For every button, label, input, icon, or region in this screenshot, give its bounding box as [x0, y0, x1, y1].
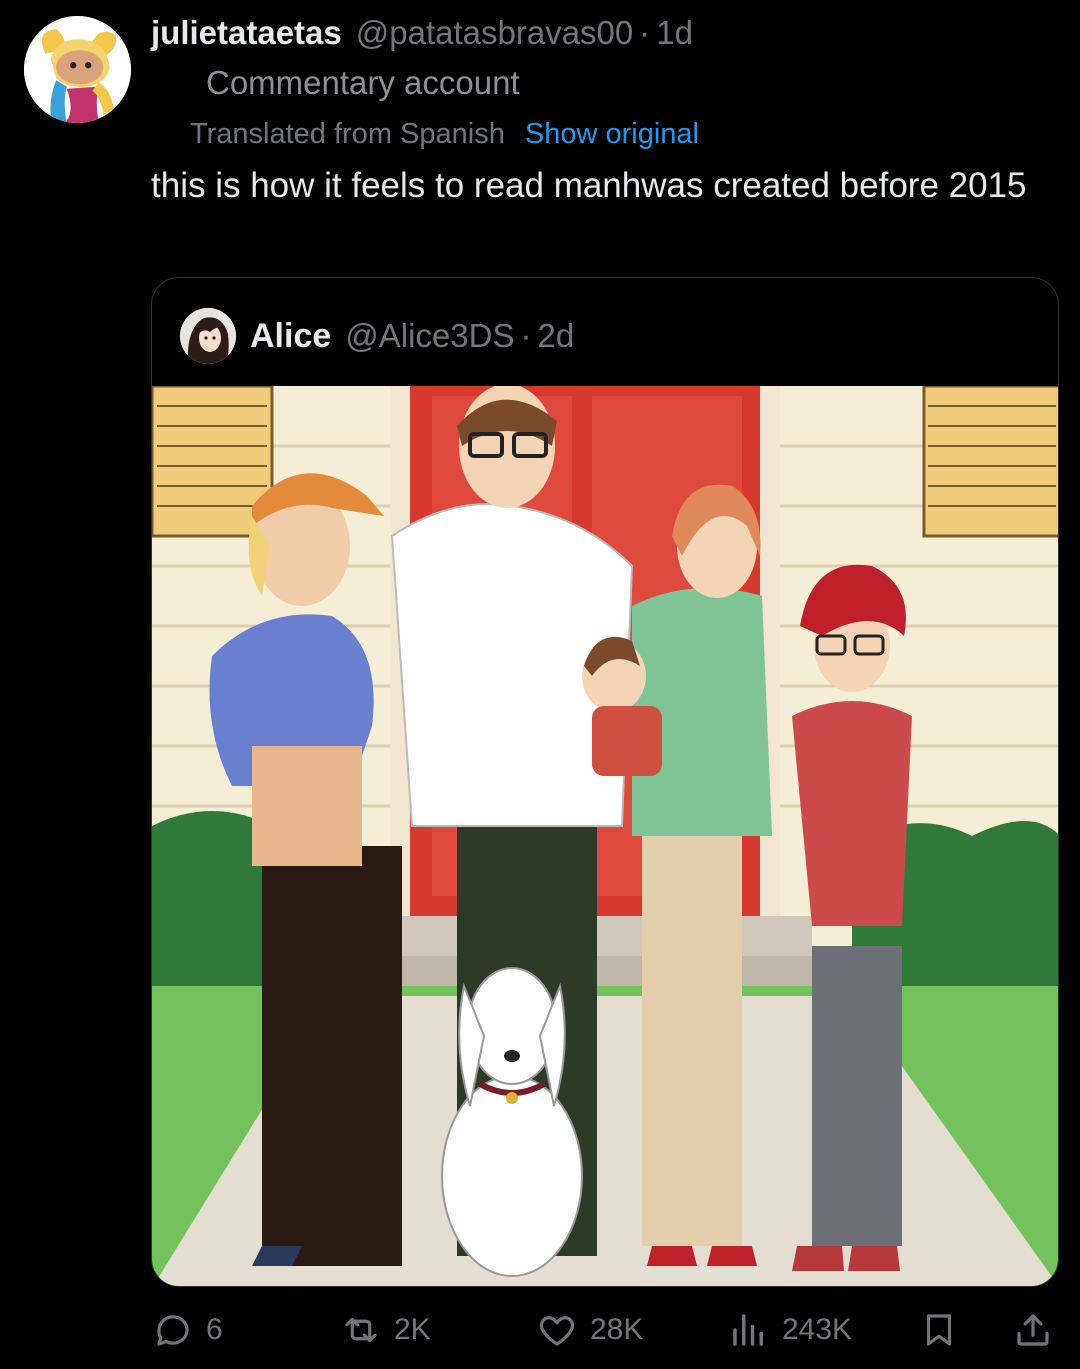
quoted-post-card[interactable]: Alice @Alice3DS · 2d: [151, 277, 1059, 1287]
reply-icon: [157, 1315, 189, 1346]
translation-row: Translated from Spanish Show original: [190, 116, 699, 152]
post-header: julietataetas @patatasbravas00 · 1d: [151, 12, 693, 54]
quoted-post-header: Alice @Alice3DS · 2d: [180, 308, 574, 364]
illustrated-portrait-avatar-icon: [180, 308, 236, 364]
views-bar-chart-icon: [733, 1314, 763, 1346]
heart-icon: [539, 1316, 575, 1346]
cartoon-mouse-avatar-icon: [24, 16, 131, 123]
quoted-post-timestamp[interactable]: 2d: [538, 317, 575, 355]
post-action-bar: 6 2K 28K 243K: [0, 1300, 1080, 1360]
author-avatar[interactable]: [24, 16, 131, 123]
reply-count: 6: [206, 1313, 223, 1346]
post-text: this is how it feels to read manhwas cre…: [151, 166, 1027, 205]
quoted-post-image[interactable]: [152, 386, 1058, 1286]
author-display-name[interactable]: julietataetas: [151, 14, 342, 52]
account-label: Commentary account: [206, 64, 520, 101]
reply-button[interactable]: 6: [152, 1300, 223, 1360]
repost-button[interactable]: 2K: [340, 1300, 431, 1360]
author-handle[interactable]: @patatasbravas00: [356, 14, 634, 52]
show-original-link[interactable]: Show original: [525, 118, 699, 151]
post-timestamp[interactable]: 1d: [656, 14, 693, 52]
separator-dot: ·: [639, 14, 651, 51]
views-count: 243K: [782, 1313, 853, 1346]
quoted-author-handle[interactable]: @Alice3DS: [345, 317, 514, 355]
share-button[interactable]: [1012, 1300, 1054, 1360]
share-icon: [1017, 1314, 1049, 1346]
like-count: 28K: [590, 1313, 644, 1346]
quoted-author-display-name[interactable]: Alice: [250, 317, 331, 356]
bookmark-icon: [926, 1314, 952, 1346]
separator-dot: ·: [520, 317, 532, 354]
bookmark-button[interactable]: [918, 1300, 960, 1360]
repost-count: 2K: [394, 1313, 431, 1346]
illustrated-family-in-front-of-house-icon: [152, 386, 1058, 1286]
translated-from-label: Translated from Spanish: [190, 117, 505, 150]
quoted-author-avatar[interactable]: [180, 308, 236, 364]
views-button[interactable]: 243K: [728, 1300, 852, 1360]
repost-icon: [345, 1317, 377, 1343]
like-button[interactable]: 28K: [536, 1300, 643, 1360]
